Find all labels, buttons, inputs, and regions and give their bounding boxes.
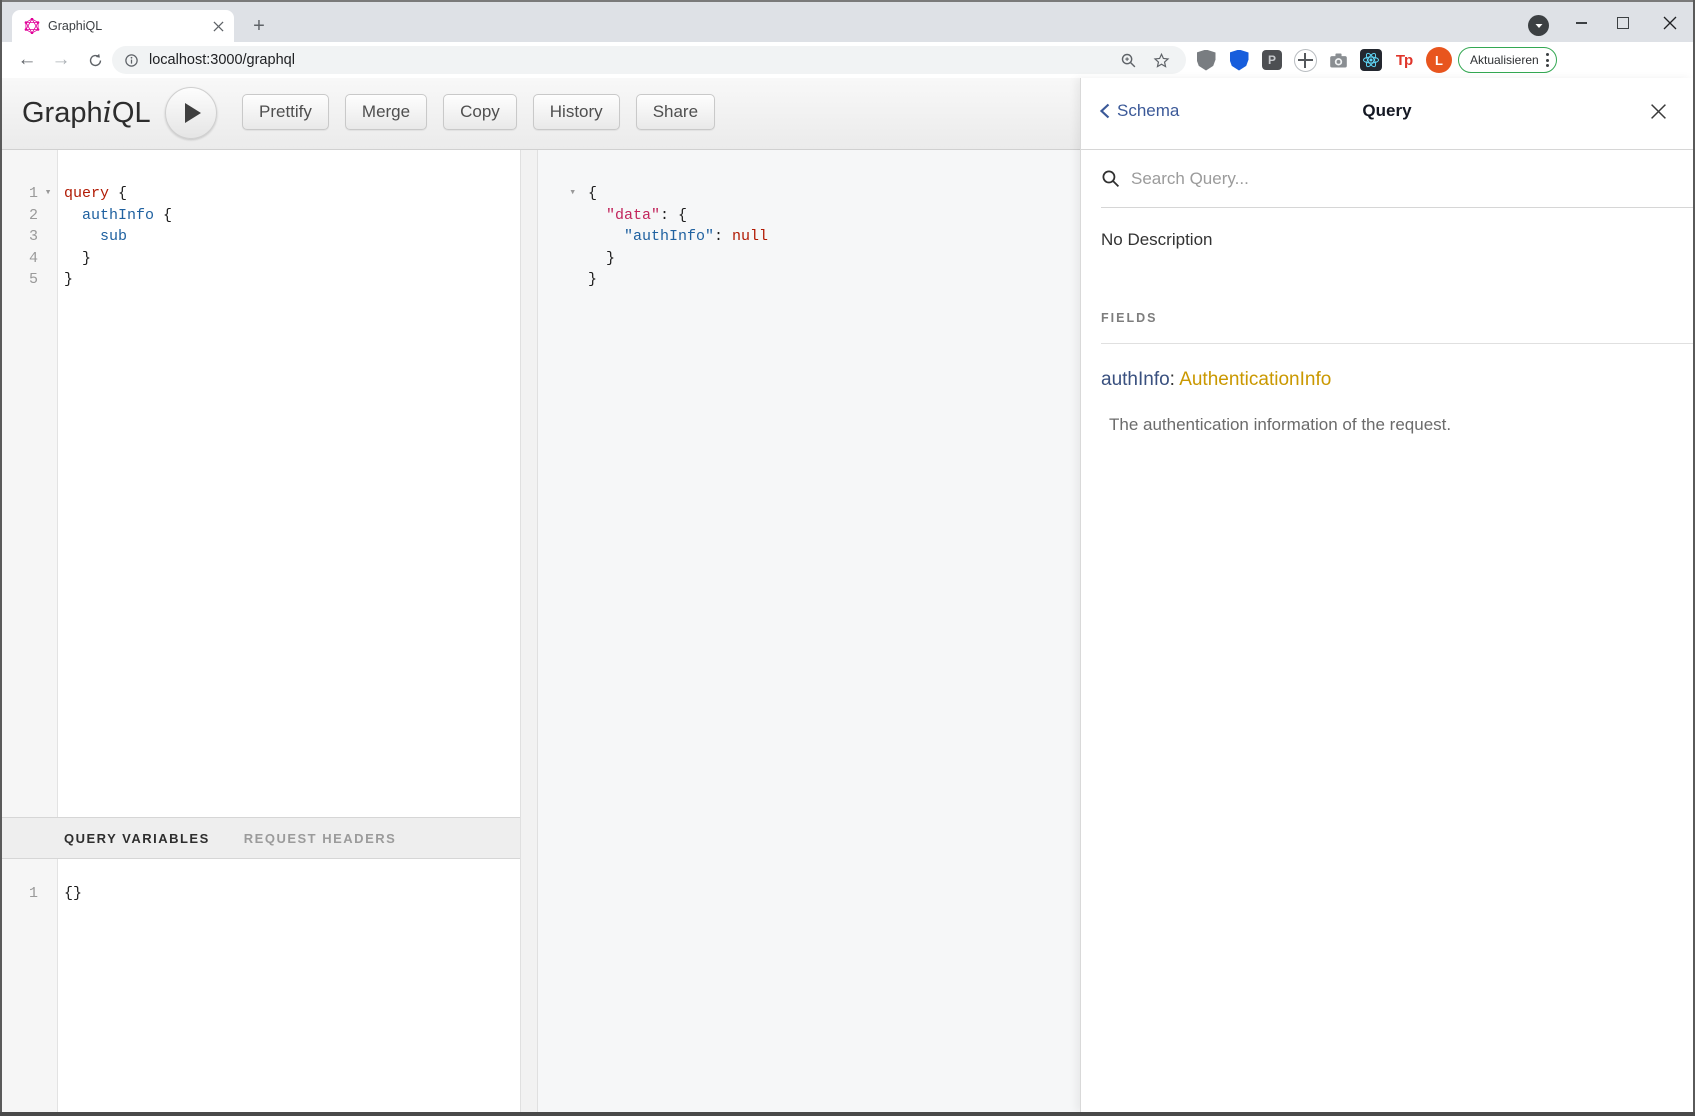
tab-request-headers[interactable]: REQUEST HEADERS — [244, 831, 397, 846]
query-editor[interactable]: 1 ▾ query { 2 authInfo { 3 sub 4 } 5 } — [2, 183, 520, 291]
doc-field-name-link[interactable]: authInfo — [1101, 369, 1170, 390]
site-info-icon[interactable] — [124, 53, 139, 68]
url-address-bar[interactable]: localhost:3000/graphql — [112, 46, 1186, 74]
tampermonkey-tp-icon[interactable]: Tp — [1392, 48, 1416, 72]
search-icon — [1101, 169, 1120, 193]
play-icon — [185, 103, 201, 123]
browser-titlebar: GraphiQL + — [2, 2, 1693, 42]
graphql-favicon-icon — [24, 18, 40, 34]
code-line: 4 } — [2, 248, 520, 270]
doc-title: Query — [1081, 101, 1693, 121]
doc-field-row: authInfo: AuthenticationInfo — [1101, 369, 1331, 391]
share-button[interactable]: Share — [636, 94, 715, 130]
react-devtools-icon[interactable] — [1359, 48, 1383, 72]
browser-update-menu-button[interactable]: Aktualisieren — [1458, 47, 1557, 73]
zoom-icon[interactable] — [1120, 52, 1137, 69]
update-label: Aktualisieren — [1470, 53, 1539, 67]
execute-query-button[interactable] — [165, 87, 217, 139]
url-text: localhost:3000/graphql — [149, 52, 295, 68]
screenshot-camera-icon[interactable] — [1326, 48, 1350, 72]
ublock-origin-icon[interactable] — [1194, 48, 1218, 72]
browser-tab-graphiql[interactable]: GraphiQL — [12, 10, 234, 42]
variables-editor[interactable]: 1 {} — [2, 859, 520, 1112]
window-close-icon[interactable] — [1644, 4, 1695, 42]
code-line: "data": { — [538, 205, 1080, 227]
query-editor-pane[interactable]: 1 ▾ query { 2 authInfo { 3 sub 4 } 5 } Q… — [2, 150, 520, 1112]
bookmark-star-icon[interactable] — [1153, 52, 1170, 69]
tab-close-icon[interactable] — [210, 18, 226, 34]
copy-button[interactable]: Copy — [443, 94, 517, 130]
reload-icon[interactable] — [80, 42, 110, 78]
code-line: ▾ { — [538, 183, 1080, 205]
forward-icon[interactable]: → — [46, 42, 76, 78]
code-line: } — [538, 269, 1080, 291]
doc-explorer-header: Schema Query — [1081, 78, 1693, 150]
fold-arrow-icon[interactable]: ▾ — [38, 183, 58, 205]
fold-arrow-icon[interactable]: ▾ — [538, 183, 576, 205]
code-line: 1 ▾ query { — [2, 183, 520, 205]
new-tab-button[interactable]: + — [246, 13, 272, 39]
doc-fields-heading: FIELDS — [1101, 311, 1157, 325]
minimize-icon[interactable] — [1560, 4, 1602, 42]
code-line: 5 } — [2, 269, 520, 291]
search-underline — [1101, 207, 1693, 208]
extension-p-icon[interactable]: P — [1260, 48, 1284, 72]
tab-title: GraphiQL — [48, 19, 210, 33]
doc-explorer-panel: Schema Query No Description FIELDS authI… — [1080, 78, 1693, 1112]
code-line: 2 authInfo { — [2, 205, 520, 227]
tab-search-icon[interactable] — [1528, 15, 1549, 36]
history-button[interactable]: History — [533, 94, 620, 130]
bitwarden-icon[interactable] — [1227, 48, 1251, 72]
doc-search-box — [1081, 149, 1693, 208]
back-icon[interactable]: ← — [12, 42, 42, 78]
pane-resize-divider[interactable] — [520, 150, 538, 1112]
doc-field-description: The authentication information of the re… — [1109, 415, 1451, 435]
result-viewer: ▾ { "data": { "authInfo": null } } — [538, 183, 1080, 291]
window-frame-bottom — [0, 1112, 1695, 1116]
code-line: 3 sub — [2, 226, 520, 248]
doc-search-input[interactable] — [1129, 163, 1673, 195]
result-pane[interactable]: ▾ { "data": { "authInfo": null } } — [538, 150, 1080, 1112]
maximize-icon[interactable] — [1602, 4, 1644, 42]
variables-tab-bar: QUERY VARIABLES REQUEST HEADERS — [2, 817, 520, 859]
doc-close-icon[interactable] — [1647, 100, 1669, 122]
code-line: 1 {} — [2, 883, 520, 905]
move-tool-icon[interactable] — [1293, 48, 1317, 72]
graphiql-logo: GraphiQL — [22, 95, 151, 130]
window-frame-top — [0, 0, 1695, 2]
graphiql-toolbar: Prettify Merge Copy History Share — [242, 94, 715, 130]
code-line: } — [538, 248, 1080, 270]
doc-fields-divider — [1101, 343, 1693, 344]
doc-no-description: No Description — [1101, 230, 1213, 250]
menu-dots-icon — [1546, 53, 1549, 67]
prettify-button[interactable]: Prettify — [242, 94, 329, 130]
tab-query-variables[interactable]: QUERY VARIABLES — [64, 831, 210, 846]
merge-button[interactable]: Merge — [345, 94, 427, 130]
code-line: "authInfo": null — [538, 226, 1080, 248]
doc-field-type-link[interactable]: AuthenticationInfo — [1179, 369, 1331, 390]
extensions-row: P Tp — [1194, 42, 1449, 78]
profile-avatar[interactable]: L — [1426, 47, 1452, 73]
browser-window: { "browser": { "tab_title": "GraphiQL", … — [0, 0, 1695, 1116]
window-frame-left — [0, 0, 2, 1116]
